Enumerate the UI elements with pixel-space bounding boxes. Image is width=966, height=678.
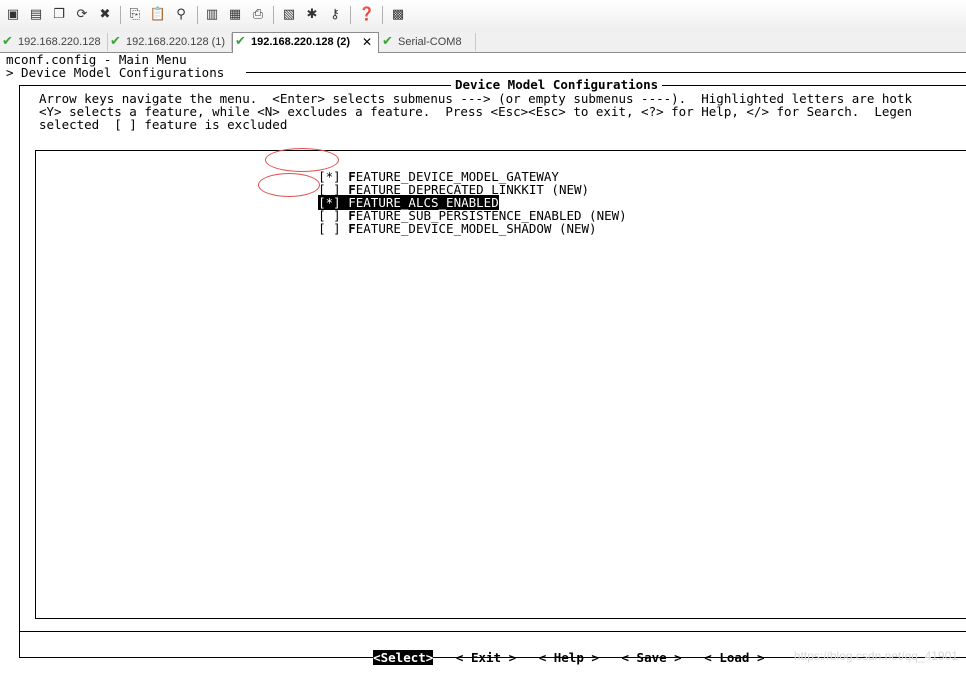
reconnect-icon[interactable]: ⟳ <box>73 6 91 24</box>
save-button[interactable]: < Save > <box>622 650 682 665</box>
open-session-icon[interactable]: ▤ <box>27 6 45 24</box>
global-options-icon[interactable]: ✱ <box>303 6 321 24</box>
print-icon[interactable]: ▦ <box>226 6 244 24</box>
menu-item-device-model-shadow[interactable]: [ ] FEATURE_DEVICE_MODEL_SHADOW (NEW) <box>288 209 597 248</box>
tab-label: 192.168.220.128 (2) <box>251 36 351 48</box>
disconnect-icon[interactable]: ✖ <box>96 6 114 24</box>
header-line-2: > Device Model Configurations <box>6 65 225 80</box>
terminal-screen[interactable]: mconf.config - Main Menu > Device Model … <box>0 53 966 673</box>
dialog-title: Device Model Configurations <box>451 78 663 91</box>
session-tabs: ✔ 192.168.220.128 ✔ 192.168.220.128 (1) … <box>0 32 966 53</box>
toolbar-separator <box>197 6 198 24</box>
find-icon[interactable]: ⚲ <box>172 6 190 24</box>
watermark: https://blog.csdn.net/qq_41901 <box>793 649 958 663</box>
exit-button[interactable]: < Exit > <box>456 650 516 665</box>
print-setup-icon[interactable]: ▥ <box>203 6 221 24</box>
tab-label: 192.168.220.128 (1) <box>126 36 226 48</box>
tab-session-3[interactable]: ✔ 192.168.220.128 (2) ✕ <box>232 32 379 53</box>
load-button[interactable]: < Load > <box>704 650 764 665</box>
header-rule <box>246 72 966 73</box>
help-icon[interactable]: ❓ <box>358 6 376 24</box>
button-row: <Select> < Exit > < Help > < Save > < Lo… <box>343 638 765 677</box>
toolbar-separator <box>382 6 383 24</box>
button-separator <box>19 631 966 632</box>
toolbar-separator <box>273 6 274 24</box>
tab-session-1[interactable]: ✔ 192.168.220.128 <box>0 33 108 51</box>
print-selection-icon[interactable]: ⎙ <box>249 6 267 24</box>
tab-label: 192.168.220.128 <box>18 36 101 48</box>
help-text-line-3: selected [ ] feature is excluded <box>39 117 288 132</box>
connected-check-icon: ✔ <box>2 34 13 49</box>
annotation-circle <box>258 173 320 197</box>
connected-check-icon: ✔ <box>235 34 246 49</box>
copy-icon[interactable]: ⎘ <box>126 6 144 24</box>
duplicate-session-icon[interactable]: ❐ <box>50 6 68 24</box>
paste-icon[interactable]: 📋 <box>149 6 167 24</box>
checkbox-mark: [ ] <box>318 221 341 236</box>
close-icon[interactable]: ✕ <box>362 33 372 51</box>
tab-serial-com8[interactable]: ✔ Serial-COM8 <box>380 33 476 51</box>
select-button[interactable]: <Select> <box>373 650 434 665</box>
tab-label: Serial-COM8 <box>398 36 462 48</box>
toolbar: ▣ ▤ ❐ ⟳ ✖ ⎘ 📋 ⚲ ▥ ▦ ⎙ ▧ ✱ ⚷ ❓ ▩ <box>0 0 966 33</box>
session-options-icon[interactable]: ▧ <box>280 6 298 24</box>
toolbar-separator <box>350 6 351 24</box>
toolbar-separator <box>120 6 121 24</box>
menu-item-label: EATURE_DEVICE_MODEL_SHADOW (NEW) <box>355 221 597 236</box>
help-button[interactable]: < Help > <box>539 650 599 665</box>
annotation-circle <box>265 148 339 172</box>
new-session-icon[interactable]: ▣ <box>4 6 22 24</box>
connected-check-icon: ✔ <box>110 34 121 49</box>
keymap-icon[interactable]: ⚷ <box>326 6 344 24</box>
hotkey-letter: F <box>348 221 356 236</box>
connected-check-icon: ✔ <box>382 34 393 49</box>
screen-icon[interactable]: ▩ <box>389 6 407 24</box>
tab-session-2[interactable]: ✔ 192.168.220.128 (1) <box>108 33 232 51</box>
